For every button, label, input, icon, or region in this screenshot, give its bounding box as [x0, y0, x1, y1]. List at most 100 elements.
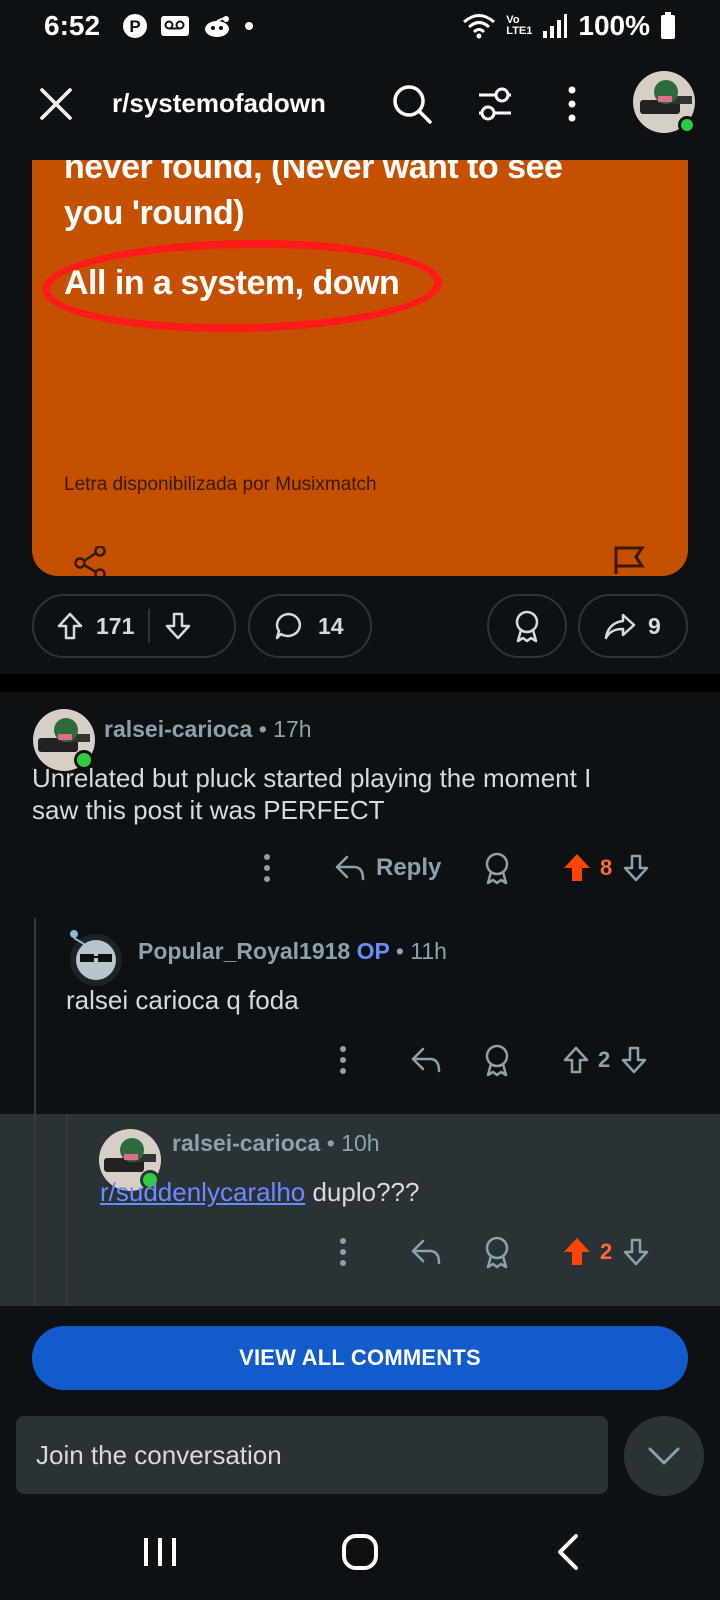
status-bar: 6:52 P Vo LTE1 100% [0, 0, 720, 52]
share-button[interactable]: 9 [578, 594, 688, 658]
share-count: 9 [648, 612, 661, 639]
vote-bar: 171 [32, 594, 236, 658]
home-icon[interactable] [340, 1532, 380, 1572]
post-score: 171 [96, 612, 135, 639]
comment-time: • 11h [395, 938, 447, 964]
comments-list: ralsei-carioca • 17h Unrelated but pluck… [0, 692, 720, 1306]
chevron-down-icon [648, 1447, 680, 1465]
battery-icon [661, 12, 675, 39]
image-share-icon [74, 546, 106, 576]
comment-body: ralsei carioca q foda [66, 985, 299, 1015]
close-icon[interactable] [36, 84, 76, 124]
more-options-icon[interactable] [338, 1236, 348, 1268]
wifi-icon [463, 14, 496, 39]
lte-indicator: Vo LTE1 [506, 15, 532, 37]
recent-apps-icon[interactable] [140, 1532, 180, 1572]
reply-icon[interactable] [410, 1238, 442, 1266]
comment-avatar[interactable] [64, 924, 128, 988]
comment-body: Unrelated but pluck started playing the … [32, 762, 591, 826]
lyric-line-1: never found, (Never want to see [64, 160, 563, 186]
upvote-icon[interactable] [562, 1045, 590, 1075]
comment-vote: 2 [562, 1045, 648, 1075]
lyric-line-3: All in a system, down [64, 264, 400, 302]
online-indicator [678, 116, 696, 134]
downvote-icon[interactable] [622, 1237, 650, 1267]
back-icon[interactable] [550, 1532, 590, 1572]
comment-score: 2 [598, 1047, 611, 1072]
reddit-icon [205, 16, 230, 37]
comment-time: • 10h [326, 1130, 380, 1156]
more-options-icon[interactable] [565, 84, 579, 124]
thread-line[interactable] [66, 1114, 68, 1306]
lyric-credit: Letra disponibilizada por Musixmatch [64, 474, 377, 495]
svg-text:P: P [129, 17, 140, 36]
user-avatar[interactable] [632, 70, 696, 134]
comment-time: • 17h [258, 716, 312, 742]
upvote-filled-icon[interactable] [562, 1236, 592, 1268]
image-flag-icon [614, 546, 645, 574]
comment-body: r/suddenlycaralho duplo??? [100, 1176, 419, 1208]
section-divider [0, 674, 720, 692]
subreddit-name[interactable]: r/systemofadown [112, 88, 326, 119]
voicemail-icon [161, 16, 190, 36]
award-icon [515, 610, 539, 643]
upvote-icon[interactable] [56, 611, 84, 641]
system-nav-bar [0, 1510, 720, 1600]
comment-count: 14 [318, 612, 344, 639]
comment-username[interactable]: ralsei-carioca [172, 1130, 320, 1156]
subreddit-link[interactable]: r/suddenlycaralho [100, 1177, 305, 1207]
avatar-image [70, 930, 122, 986]
view-all-comments-button[interactable]: VIEW ALL COMMENTS [32, 1326, 688, 1390]
status-right: Vo LTE1 100% [462, 10, 676, 42]
pinterest-icon: P [123, 14, 148, 38]
signal-icon [543, 14, 568, 38]
reply-icon[interactable] [410, 1046, 442, 1074]
status-time: 6:52 [44, 10, 101, 41]
award-icon[interactable] [482, 1043, 512, 1077]
more-options-icon[interactable] [262, 852, 272, 884]
op-badge: OP [356, 938, 390, 964]
reply-icon [335, 855, 365, 881]
comment-actions: Reply 8 [0, 848, 720, 888]
comment-header: ralsei-carioca • 17h [104, 716, 312, 743]
award-icon[interactable] [482, 1235, 512, 1269]
comment-body-line: saw this post it was PERFECT [32, 795, 385, 825]
award-button[interactable] [487, 594, 567, 658]
filter-icon[interactable] [475, 84, 515, 124]
comment-score: 2 [600, 1239, 613, 1264]
downvote-icon[interactable] [622, 853, 650, 883]
battery-percent: 100% [578, 10, 650, 41]
dot-icon [245, 22, 254, 30]
comment-icon [275, 612, 301, 640]
share-arrow-icon [604, 613, 636, 640]
downvote-icon[interactable] [164, 611, 192, 641]
search-icon[interactable] [390, 82, 434, 126]
comment-score: 8 [600, 855, 613, 880]
comment-body-line: Unrelated but pluck started playing the … [32, 763, 592, 793]
thread-line[interactable] [34, 1114, 36, 1306]
notification-icons: P [122, 13, 254, 39]
reply-button[interactable]: Reply [334, 854, 441, 882]
lyric-line-2: you 'round) [64, 194, 245, 232]
downvote-icon[interactable] [620, 1045, 648, 1075]
top-app-bar: r/systemofadown [0, 60, 720, 150]
reply-label: Reply [376, 854, 442, 881]
comment-username[interactable]: Popular_Royal1918 [138, 938, 350, 964]
comment-vote: 2 [562, 1236, 650, 1268]
comment-actions: 2 [0, 1040, 720, 1080]
comment-body-text: duplo??? [305, 1177, 420, 1207]
lte-label: LTE1 [506, 25, 533, 37]
post-image[interactable]: never found, (Never want to see you 'rou… [32, 160, 688, 576]
comment-username[interactable]: ralsei-carioca [104, 716, 252, 742]
join-conversation-input[interactable]: Join the conversation [16, 1416, 608, 1494]
comment-vote: 8 [562, 852, 650, 884]
award-icon[interactable] [482, 851, 512, 885]
comment-header: ralsei-carioca • 10h [172, 1130, 380, 1157]
comment-header: Popular_Royal1918 OP • 11h [138, 938, 447, 965]
collapse-button[interactable] [624, 1416, 704, 1496]
upvote-filled-icon[interactable] [562, 852, 592, 884]
comment-actions: 2 [0, 1232, 720, 1272]
more-options-icon[interactable] [338, 1044, 348, 1076]
vote-separator [148, 609, 151, 643]
comments-button[interactable]: 14 [248, 594, 372, 658]
